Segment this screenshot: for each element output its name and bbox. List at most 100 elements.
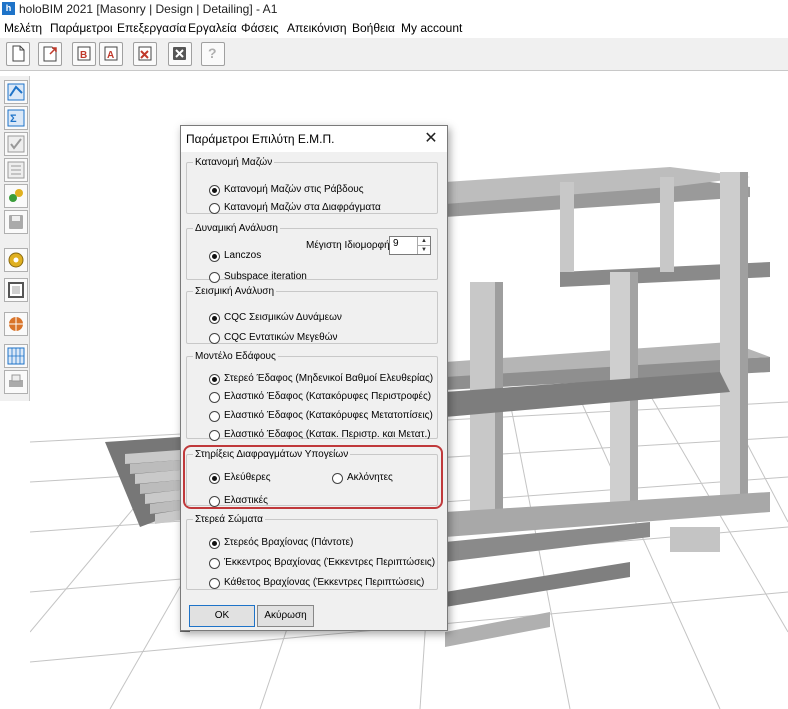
radio-label: Ελαστικό Έδαφος (Κατακόρυφες Μετατοπίσει… (224, 410, 433, 421)
svg-text:A: A (107, 50, 114, 61)
window-title: holoBIM 2021 [Masonry | Design | Detaili… (19, 2, 278, 16)
menu-parametroi[interactable]: Παράμετροι (50, 21, 113, 35)
design-button[interactable] (4, 80, 28, 104)
menu-meleti[interactable]: Μελέτη (4, 21, 42, 35)
open-file-icon (43, 46, 57, 62)
staircase (105, 437, 190, 632)
group-legend: Κατανομή Μαζών (195, 157, 273, 168)
list-button[interactable] (4, 158, 28, 182)
dialog-title: Παράμετροι Επιλύτη Ε.Μ.Π. (186, 132, 335, 146)
save-button[interactable] (4, 210, 28, 234)
radio-label: CQC Σεισμικών Δυνάμεων (224, 312, 342, 323)
frame-button[interactable] (4, 278, 28, 302)
basement-supports-group: Στηρίξεις Διαφραγμάτων Υπογείων Ελεύθερε… (186, 449, 438, 507)
radio-label: Lanczos (224, 250, 262, 261)
radio-dot (209, 251, 220, 262)
radio-dot (209, 578, 220, 589)
radio-dot (209, 558, 220, 569)
new-file-button[interactable] (6, 42, 30, 66)
plan-icon (7, 347, 25, 365)
spin-up-icon[interactable]: ▲ (417, 237, 430, 245)
menu-voitheia[interactable]: Βοήθεια (352, 21, 395, 35)
open-file-button[interactable] (38, 42, 62, 66)
concrete-structure (445, 167, 770, 647)
radio-dot (209, 272, 220, 283)
help-icon: ? (208, 45, 217, 61)
radio-dot (209, 185, 220, 196)
radio-label: Ελαστικό Έδαφος (Κατακόρυφες Περιστροφές… (224, 391, 432, 402)
radio-label: Κατανομή Μαζών στα Διαφράγματα (224, 202, 381, 213)
radio-label: Ελεύθερες (224, 472, 271, 483)
design-icon (7, 83, 25, 101)
radio-dot (209, 538, 220, 549)
radio-dot (209, 203, 220, 214)
globe-icon (9, 317, 23, 331)
print-button[interactable] (4, 370, 28, 394)
radio-label: Κατανομή Μαζών στις Ράβδους (224, 184, 364, 195)
rigid-bodies-group: Στερεά Σώματα Στερεός Βραχίονας (Πάντοτε… (186, 514, 438, 590)
menu-ergaleia[interactable]: Εργαλεία (188, 21, 237, 35)
calc-icon: Σ (7, 109, 25, 127)
radio-label: Στερεό Έδαφος (Μηδενικοί Βαθμοί Ελευθερί… (224, 373, 434, 384)
menu-bar: Μελέτη Παράμετροι Επεξεργασία Εργαλεία Φ… (0, 18, 788, 38)
cancel-button[interactable]: Ακύρωση (257, 605, 314, 627)
radio-label: Subspace iteration (224, 271, 307, 282)
group-legend: Στερεά Σώματα (195, 514, 263, 525)
seismic-analysis-group: Σεισμική Ανάλυση CQC Σεισμικών Δυνάμεων … (186, 286, 438, 344)
max-mode-spinner[interactable]: 9 ▲ ▼ (389, 236, 431, 255)
ok-button[interactable]: OK (189, 605, 255, 627)
group-legend: Σεισμική Ανάλυση (195, 286, 275, 297)
frame-icon (8, 282, 24, 298)
radio-dot (209, 313, 220, 324)
radio-label: CQC Εντατικών Μεγεθών (224, 332, 338, 343)
radio-dot (209, 430, 220, 441)
a-print-button[interactable]: A (99, 42, 123, 66)
b-print-button[interactable]: B (72, 42, 96, 66)
list-icon (7, 161, 25, 179)
title-bar: h holoBIM 2021 [Masonry | Design | Detai… (0, 0, 788, 18)
tape-button[interactable] (4, 248, 28, 272)
menu-faseis[interactable]: Φάσεις (241, 21, 279, 35)
radio-label: Στερεός Βραχίονας (Πάντοτε) (224, 537, 354, 548)
left-toolbar: Σ (0, 76, 30, 401)
menu-apeikonisi[interactable]: Απεικόνιση (287, 21, 347, 35)
soil-model-group: Μοντέλο Εδάφους Στερεό Έδαφος (Μηδενικοί… (186, 351, 438, 441)
menu-my-account[interactable]: My account (401, 21, 462, 35)
group-legend: Στηρίξεις Διαφραγμάτων Υπογείων (195, 449, 349, 460)
nodes-icon (9, 189, 23, 202)
a-print-icon: A (104, 46, 118, 61)
help-button[interactable]: ? (201, 42, 225, 66)
check-button[interactable] (4, 132, 28, 156)
radio-dot (209, 392, 220, 403)
svg-text:B: B (80, 50, 87, 61)
close-file-icon (138, 46, 152, 61)
radio-dot (209, 374, 220, 385)
radio-label: Ελαστικό Έδαφος (Κατακ. Περιστρ. και Μετ… (224, 429, 431, 440)
check-icon (7, 135, 25, 153)
menu-epexergasia[interactable]: Επεξεργασία (117, 21, 186, 35)
close-icon[interactable]: ✕ (421, 130, 441, 148)
spin-down-icon[interactable]: ▼ (417, 245, 430, 254)
print-icon (9, 374, 23, 387)
delete-button[interactable] (168, 42, 192, 66)
group-legend: Μοντέλο Εδάφους (195, 351, 276, 362)
radio-label: Έκκεντρος Βραχίονας (Έκκεντρες Περιπτώσε… (224, 557, 436, 568)
delete-icon (173, 47, 186, 60)
radio-label: Ελαστικές (224, 495, 268, 506)
globe-button[interactable] (4, 312, 28, 336)
plan-button[interactable] (4, 344, 28, 368)
tape-icon (8, 252, 24, 268)
radio-dot (209, 411, 220, 422)
radio-dot (209, 496, 220, 507)
close-file-button[interactable] (133, 42, 157, 66)
save-icon (9, 215, 23, 229)
radio-dot (209, 473, 220, 484)
max-mode-value: 9 (393, 238, 399, 249)
solver-parameters-dialog: Παράμετροι Επιλύτη Ε.Μ.Π. ✕ Κατανομή Μαζ… (180, 125, 448, 631)
max-mode-label: Μέγιστη Ιδιομορφή (306, 240, 390, 251)
nodes-button[interactable] (4, 184, 28, 208)
calc-button[interactable]: Σ (4, 106, 28, 130)
app-logo-icon: h (2, 2, 15, 15)
radio-label: Ακλόνητες (347, 472, 393, 483)
radio-dot (332, 473, 343, 484)
